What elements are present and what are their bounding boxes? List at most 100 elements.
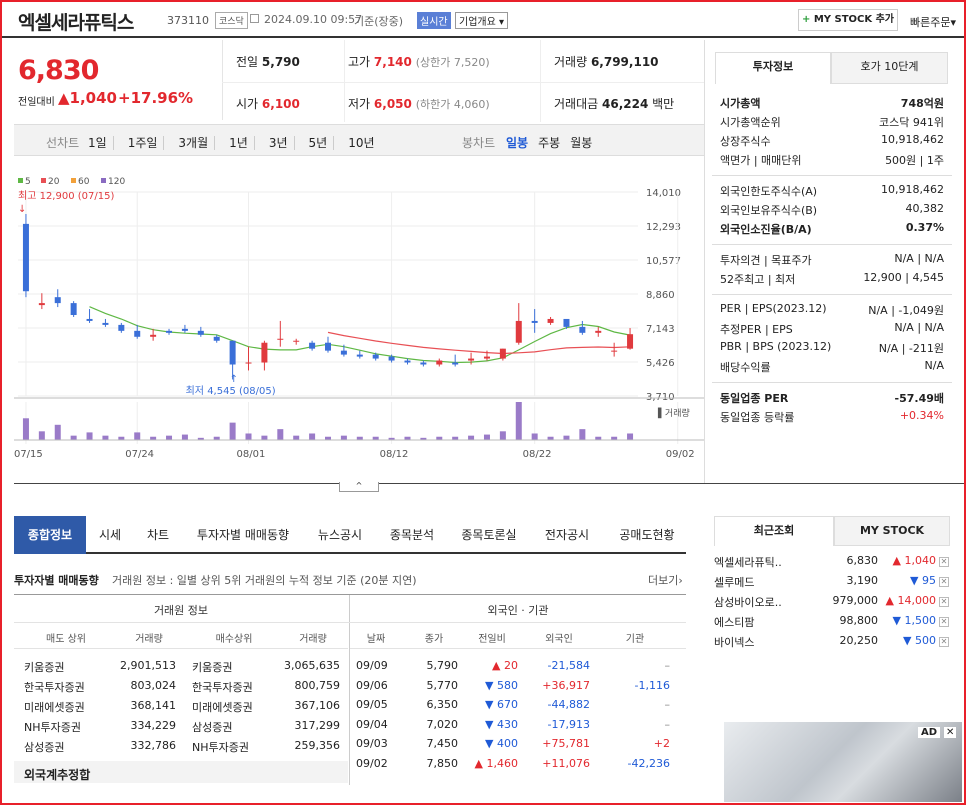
- tab-orderbook[interactable]: 호가 10단계: [831, 52, 948, 84]
- tab-bottom-6[interactable]: 종목토론실: [448, 516, 530, 554]
- tab-bottom-5[interactable]: 종목분석: [376, 516, 448, 554]
- close-icon[interactable]: ✕: [939, 637, 949, 647]
- stock-code: 373110: [167, 14, 209, 27]
- side-row-value: 10,918,462: [881, 183, 944, 196]
- quote-grid: 전일 5,790 고가 7,140 (상한가 7,520) 거래량 6,799,…: [222, 40, 704, 122]
- period-2[interactable]: 3개월: [178, 136, 216, 150]
- mystock-button[interactable]: + MY STOCK 추가: [798, 9, 898, 31]
- volume-bar: [38, 431, 45, 440]
- table-cell: NH투자증권: [192, 741, 249, 754]
- tab-bottom-7[interactable]: 전자공시: [530, 516, 604, 554]
- table-cell: 334,229: [130, 719, 177, 732]
- candle-period-1[interactable]: 주봉: [538, 136, 560, 150]
- side-separator: [712, 294, 952, 295]
- recent-name: 에스티팜: [714, 616, 755, 629]
- close-icon[interactable]: ✕: [939, 557, 949, 567]
- legend-label: 5: [25, 177, 31, 187]
- tab-invest-info[interactable]: 투자정보: [715, 52, 831, 84]
- candle-body: [404, 360, 411, 363]
- y-tick-label: 10,577: [646, 256, 681, 267]
- side-row-label: PER | EPS(2023.12): [720, 302, 827, 315]
- vol-value: 6,799,110: [590, 55, 659, 69]
- legend-swatch: [41, 178, 46, 183]
- table-cell: +36,917: [542, 678, 590, 692]
- candle-body: [595, 330, 602, 333]
- close-icon[interactable]: ✕: [939, 577, 949, 587]
- recent-price: 98,800: [839, 614, 879, 627]
- tab-bottom-0[interactable]: 종합정보: [14, 516, 86, 554]
- table-cell: 09/06: [356, 678, 388, 692]
- price-chart[interactable]: 14,01012,29310,5778,8607,1435,4263,71007…: [14, 172, 704, 464]
- side-row: 외국인한도주식수(A) 10,918,462: [712, 183, 948, 201]
- recent-item[interactable]: 바이넥스 20,250 ▼ 500 ✕: [714, 634, 950, 654]
- side-row-value: N/A | -1,049원: [868, 304, 944, 317]
- recent-change: ▲ 14,000: [885, 594, 936, 607]
- recent-item[interactable]: 엑셀세라퓨틱.. 6,830 ▲ 1,040 ✕: [714, 554, 950, 574]
- side-row: 상장주식수 10,918,462: [712, 133, 948, 151]
- title-hr: [14, 622, 686, 623]
- trade-desc: 거래원 정보 : 일별 상위 5위 거래원의 누적 정보 기준 (20분 지연): [112, 574, 417, 587]
- period-1[interactable]: 1주일: [127, 136, 165, 150]
- candle-body: [563, 318, 570, 327]
- candle-period-2[interactable]: 월봉: [570, 136, 592, 150]
- collapse-handle[interactable]: ^: [339, 482, 379, 492]
- table-row: 한국투자증권 803,024 한국투자증권 800,759: [14, 679, 348, 699]
- side-row-label: 외국인보유주식수(B): [720, 204, 818, 217]
- close-icon[interactable]: ✕: [939, 617, 949, 627]
- table-cell: 09/04: [356, 717, 388, 731]
- side-row: PER | EPS(2023.12) N/A | -1,049원: [712, 302, 948, 320]
- x-tick-label: 07/15: [14, 449, 43, 460]
- open-label: 시가: [236, 97, 259, 111]
- tab-bottom-2[interactable]: 차트: [134, 516, 182, 554]
- datetime: 2024.09.10 09:57: [264, 13, 363, 26]
- volume-bar: [340, 435, 347, 440]
- candle-period-0[interactable]: 일봉: [506, 136, 528, 150]
- table-cell: +75,781: [542, 737, 590, 750]
- period-6[interactable]: 10년: [348, 136, 380, 150]
- period-0[interactable]: 1일: [88, 136, 114, 150]
- table-cell: +2: [653, 737, 670, 750]
- table-cell: -42,236: [627, 756, 670, 770]
- period-3[interactable]: 1년: [229, 136, 255, 150]
- table-row: 09/02 7,850 ▲ 1,460 +11,076 -42,236: [350, 757, 686, 776]
- recent-price: 3,190: [846, 574, 879, 587]
- tab-bottom-3[interactable]: 투자자별 매매동향: [182, 516, 304, 554]
- realtime-badge[interactable]: 실시간: [417, 12, 451, 29]
- tab-mystock[interactable]: MY STOCK: [834, 516, 950, 546]
- recent-item[interactable]: 셀루메드 3,190 ▼ 95 ✕: [714, 574, 950, 594]
- overview-button[interactable]: 기업개요 ▾: [455, 12, 509, 29]
- candle-body: [38, 303, 45, 306]
- recent-name: 엑셀세라퓨틱..: [714, 556, 782, 569]
- close-icon[interactable]: ✕: [944, 727, 957, 738]
- recent-item[interactable]: 에스티팜 98,800 ▼ 1,500 ✕: [714, 614, 950, 634]
- volume-bar: [277, 429, 284, 440]
- table-cell: 09/09: [356, 659, 388, 672]
- side-row-value: 12,900 | 4,545: [863, 271, 944, 284]
- side-row-label: 추정PER | EPS: [720, 323, 793, 336]
- more-link[interactable]: 더보기›: [648, 572, 683, 588]
- period-5[interactable]: 5년: [308, 136, 335, 150]
- legend-label: 60: [78, 177, 90, 187]
- period-list: 1일 1주일 3개월 1년 3년 5년 10년: [88, 134, 381, 151]
- period-4[interactable]: 3년: [268, 136, 295, 150]
- table-row: 키움증권 2,901,513 키움증권 3,065,635: [14, 659, 348, 679]
- tab-bottom-1[interactable]: 시세: [86, 516, 134, 554]
- recent-name: 삼성바이오로..: [714, 596, 782, 609]
- volume-bar: [309, 433, 316, 440]
- tab-recent[interactable]: 최근조회: [714, 516, 834, 546]
- close-icon[interactable]: ✕: [939, 597, 949, 607]
- volume-bar: [531, 433, 538, 440]
- table-row: NH투자증권 334,229 삼성증권 317,299: [14, 719, 348, 739]
- tab-bottom-8[interactable]: 공매도현황: [604, 516, 690, 554]
- recent-item[interactable]: 삼성바이오로.. 979,000 ▲ 14,000 ✕: [714, 594, 950, 614]
- lower-limit: (하한가 4,060): [415, 98, 490, 111]
- candle-body: [22, 223, 29, 292]
- calendar-icon: [250, 14, 259, 23]
- right-table-title: 외국인 · 기관: [487, 604, 549, 617]
- candle-body: [579, 326, 586, 333]
- up-arrow-icon: ▲: [58, 89, 70, 107]
- table-cell: 키움증권: [192, 661, 233, 674]
- trade-table-top: [14, 594, 686, 595]
- tab-bottom-4[interactable]: 뉴스공시: [304, 516, 376, 554]
- quick-order-button[interactable]: 빠른주문▾: [910, 14, 956, 30]
